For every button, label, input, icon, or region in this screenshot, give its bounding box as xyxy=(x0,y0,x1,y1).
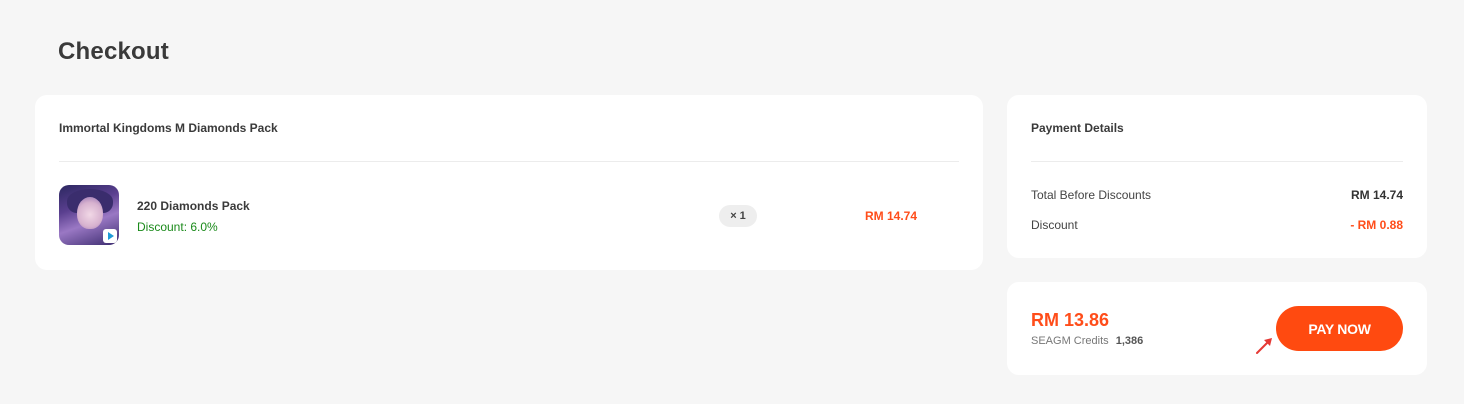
credits-value: 1,386 xyxy=(1115,335,1144,347)
discount-label: Discount xyxy=(1031,218,1078,232)
credits-label: SEAGM Credits xyxy=(1031,335,1109,347)
order-card: Immortal Kingdoms M Diamonds Pack 220 Di… xyxy=(35,95,983,270)
product-discount: Discount: 6.0% xyxy=(137,220,218,234)
pointer-arrow-icon xyxy=(1256,338,1272,354)
divider xyxy=(1031,161,1403,162)
divider xyxy=(59,161,959,162)
play-icon xyxy=(103,229,117,243)
total-before-discounts-value: RM 14.74 xyxy=(1350,188,1403,202)
credits-row: SEAGM Credits 1,386 xyxy=(1031,335,1143,347)
game-thumbnail-icon[interactable] xyxy=(59,185,119,245)
order-header: Immortal Kingdoms M Diamonds Pack xyxy=(59,121,278,135)
order-total-card: RM 13.86 SEAGM Credits 1,386 PAY NOW xyxy=(1007,282,1427,375)
grand-total: RM 13.86 xyxy=(1031,310,1110,330)
total-before-discounts-label: Total Before Discounts xyxy=(1031,188,1152,202)
pay-now-button[interactable]: PAY NOW xyxy=(1276,306,1403,351)
product-name: 220 Diamonds Pack xyxy=(137,199,250,213)
line-price: RM 14.74 xyxy=(865,209,918,223)
discount-value: - RM 0.88 xyxy=(1350,218,1403,232)
quantity-badge: × 1 xyxy=(719,205,757,227)
page-title: Checkout xyxy=(58,38,169,65)
thumb-face xyxy=(77,197,103,229)
payment-details-header: Payment Details xyxy=(1031,121,1124,135)
payment-details-card: Payment Details Total Before Discounts R… xyxy=(1007,95,1427,258)
